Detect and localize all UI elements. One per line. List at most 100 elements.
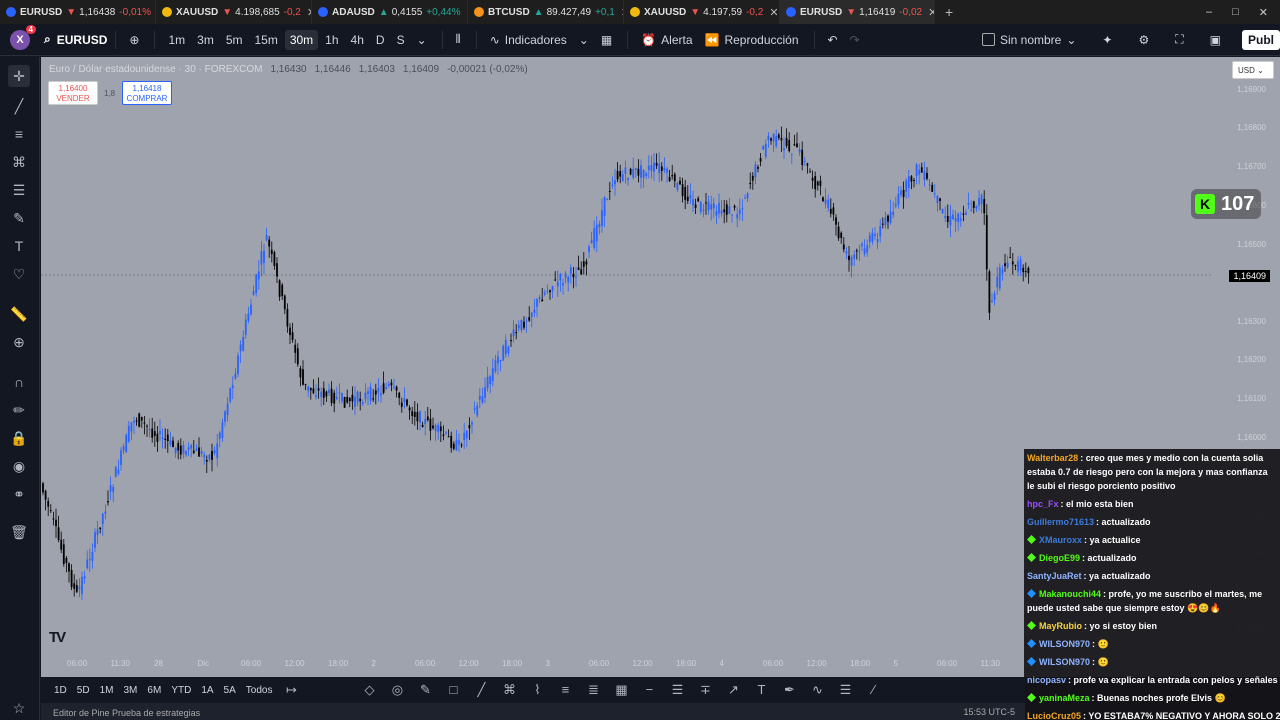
undo-button[interactable]: ↶	[823, 30, 843, 50]
range-ytd[interactable]: YTD	[166, 685, 196, 696]
text-tool-icon[interactable]: T	[8, 235, 30, 257]
lock-icon[interactable]: 🔒	[8, 427, 30, 449]
diamond-icon[interactable]: ◇	[355, 682, 383, 698]
browser-tab[interactable]: XAUUSD▼4.198,685-0,2✕	[156, 0, 312, 24]
pencil-icon[interactable]: ✎	[411, 682, 439, 698]
goto-date-icon[interactable]: ↦	[277, 682, 305, 698]
forecast-tool-icon[interactable]: ☰	[8, 179, 30, 201]
candle-body	[569, 267, 572, 274]
interval-1h[interactable]: 1h	[320, 30, 343, 50]
grid-icon[interactable]: ▦	[607, 682, 635, 698]
link-icon[interactable]: ⚭	[8, 483, 30, 505]
buy-price: 1,16418	[132, 84, 162, 93]
chat-badge-icon	[1027, 657, 1036, 666]
interval-1m[interactable]: 1m	[163, 30, 190, 50]
browser-tab[interactable]: EURUSD▼1,16438-0,01%✕	[0, 0, 156, 24]
interval-30m[interactable]: 30m	[284, 29, 319, 50]
range-3m[interactable]: 3M	[119, 685, 143, 696]
interval-5m[interactable]: 5m	[221, 30, 248, 50]
range-1m[interactable]: 1M	[95, 685, 119, 696]
trash-icon[interactable]: 🗑	[8, 521, 30, 543]
indicators-button[interactable]: ∿ Indicadores	[485, 30, 572, 50]
date-range-group: 1D 5D 1M 3M 6M YTD 1A 5A Todos	[49, 685, 277, 696]
new-tab-button[interactable]: +	[935, 4, 963, 20]
currency-select[interactable]: USD ⌄	[1232, 61, 1274, 79]
target-icon[interactable]: ◎	[383, 682, 411, 698]
snapshot-button[interactable]: ▣	[1205, 30, 1226, 50]
fib-tool-icon[interactable]: ≡	[8, 123, 30, 145]
lock-pencil-icon[interactable]: ✏	[8, 399, 30, 421]
buy-label: COMPRAR	[126, 94, 168, 103]
compare-symbol-button[interactable]: ⊕	[124, 30, 144, 50]
range-1d[interactable]: 1D	[49, 685, 72, 696]
interval-3m[interactable]: 3m	[192, 30, 219, 50]
browser-tab[interactable]: BTCUSD▲89.427,49+0,1✕	[468, 0, 624, 24]
ruler-icon[interactable]: 📏	[8, 303, 30, 325]
indicators-dropdown[interactable]: ⌄	[574, 30, 594, 50]
range-5a[interactable]: 5A	[219, 685, 241, 696]
buy-button[interactable]: 1,16418 COMPRAR	[122, 81, 172, 105]
fib-icon[interactable]: ☰	[663, 682, 691, 698]
brush-tool-icon[interactable]: ✎	[8, 207, 30, 229]
zoom-in-icon[interactable]: ⊕	[8, 331, 30, 353]
minimize-icon[interactable]: –	[1206, 6, 1212, 19]
interval-S[interactable]: S	[392, 30, 410, 50]
zigzag-icon[interactable]: ⌇	[523, 682, 551, 698]
eye-icon[interactable]: ◉	[8, 455, 30, 477]
cross-line-icon[interactable]: ∓	[691, 682, 719, 698]
chat-badge-icon	[1027, 693, 1036, 702]
candle-body	[933, 193, 936, 195]
text-icon[interactable]: T	[747, 682, 775, 698]
brush-icon[interactable]: ✒	[775, 682, 803, 698]
candle-body	[390, 382, 393, 386]
maximize-icon[interactable]: □	[1232, 6, 1239, 19]
channel-icon[interactable]: ≡	[551, 682, 579, 698]
range-todos[interactable]: Todos	[241, 685, 278, 696]
layouts-button[interactable]: ▦	[596, 30, 617, 50]
sell-button[interactable]: 1,16400 VENDER	[48, 81, 98, 105]
star-icon[interactable]: ☆	[8, 697, 30, 719]
profile-avatar[interactable]: X4	[10, 24, 36, 50]
interval-15m[interactable]: 15m	[249, 30, 282, 50]
layout-name-button[interactable]: Sin nombre ⌄	[977, 30, 1081, 50]
trend-line-tool-icon[interactable]: ╱	[8, 95, 30, 117]
candle-body	[967, 203, 970, 205]
publish-button[interactable]: Publ	[1242, 29, 1280, 50]
symbol-search[interactable]: ⌕ EURUSD	[44, 32, 107, 47]
quick-search-button[interactable]: ✦	[1097, 30, 1117, 50]
replay-button[interactable]: ⏪ Reproducción	[700, 30, 804, 50]
close-icon[interactable]: ✕	[928, 6, 934, 19]
browser-tab[interactable]: ADAUSD▲0,4155+0,44%✕	[312, 0, 468, 24]
path-icon[interactable]: ⌘	[495, 682, 523, 698]
range-6m[interactable]: 6M	[142, 685, 166, 696]
browser-tab[interactable]: XAUUSD ▼ 4.197,59 -0,2 ✕	[624, 0, 780, 24]
horizontal-line-icon[interactable]: −	[635, 682, 663, 698]
curve-icon[interactable]: ∿	[803, 682, 831, 698]
candle-body	[957, 213, 960, 223]
close-icon[interactable]: ✕	[769, 6, 778, 19]
chart-type-button[interactable]: ⫴	[451, 29, 466, 50]
pattern-tool-icon[interactable]: ⌘	[8, 151, 30, 173]
redo-button[interactable]: ↷	[845, 30, 865, 50]
measure-icon[interactable]: ∕	[859, 682, 887, 698]
heart-icon[interactable]: ♡	[8, 263, 30, 285]
range-1a[interactable]: 1A	[196, 685, 218, 696]
candle-body	[512, 329, 515, 337]
line-icon[interactable]: ╱	[467, 682, 495, 698]
list-icon[interactable]: ☰	[831, 682, 859, 698]
chat-text: actualizado	[1087, 553, 1137, 563]
interval-4h[interactable]: 4h	[346, 30, 369, 50]
range-5d[interactable]: 5D	[72, 685, 95, 696]
rectangle-icon[interactable]: □	[439, 682, 467, 698]
interval-dropdown[interactable]: ⌄	[412, 30, 432, 50]
close-window-icon[interactable]: ✕	[1259, 6, 1268, 19]
parallel-icon[interactable]: ≣	[579, 682, 607, 698]
settings-button[interactable]: ⚙	[1133, 30, 1154, 50]
fullscreen-button[interactable]: ⛶	[1170, 29, 1188, 50]
alert-button[interactable]: ⏰ Alerta	[636, 30, 697, 50]
magnet-icon[interactable]: ∩	[8, 371, 30, 393]
ray-icon[interactable]: ↗	[719, 682, 747, 698]
interval-D[interactable]: D	[371, 30, 390, 50]
browser-tab[interactable]: EURUSD▼1,16419-0,02 ✕	[780, 0, 935, 24]
crosshair-tool-icon[interactable]: ✛	[8, 65, 30, 87]
